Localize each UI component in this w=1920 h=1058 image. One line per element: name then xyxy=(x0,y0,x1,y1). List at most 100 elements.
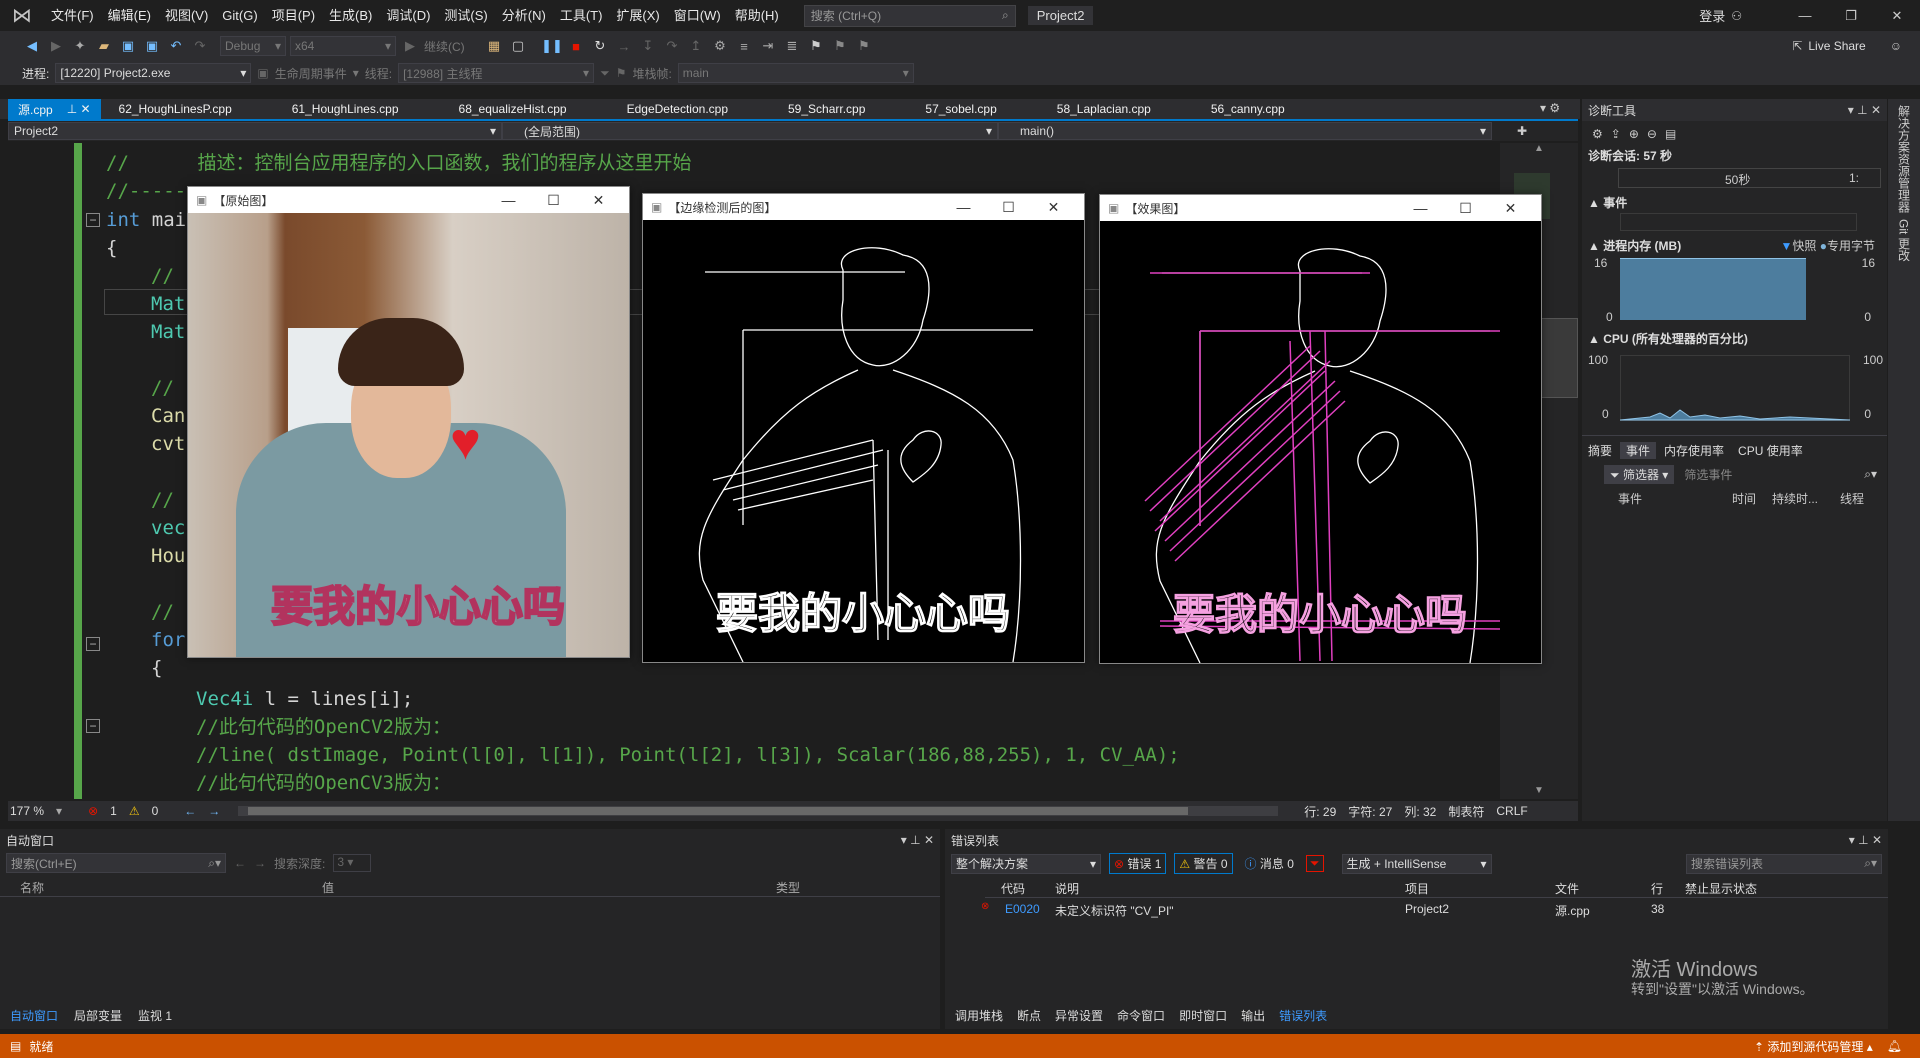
events-column-header[interactable]: 线程 xyxy=(1840,490,1864,507)
scope-select[interactable]: (全局范围) ▾ xyxy=(502,122,998,140)
flag-threads-icon[interactable]: ⚑ xyxy=(616,66,627,80)
panel-controls-icon[interactable]: ▾ ⊥ ✕ xyxy=(1849,833,1882,847)
new-project-icon[interactable]: ✦ xyxy=(70,36,90,56)
lifecycle-events-icon[interactable]: ▣ xyxy=(257,66,268,80)
bookmark-next-icon[interactable]: ⚑ xyxy=(854,36,874,56)
menu-item[interactable]: 分析(N) xyxy=(495,0,553,31)
comment-icon[interactable]: ≣ xyxy=(782,36,802,56)
process-select[interactable]: [12220] Project2.exe ▾ xyxy=(55,63,252,83)
bottom-tab[interactable]: 异常设置 xyxy=(1049,1007,1109,1024)
minimize-icon[interactable]: — xyxy=(1398,200,1443,216)
show-next-statement-icon[interactable]: → xyxy=(614,36,634,56)
bookmark-icon[interactable]: ⚑ xyxy=(806,36,826,56)
panel-controls-icon[interactable]: ▾ ⊥ ✕ xyxy=(901,833,934,847)
report-icon[interactable]: ▤ xyxy=(1665,127,1676,141)
column-header-suppression[interactable]: 禁止显示状态 xyxy=(1685,880,1757,897)
attach-icon[interactable]: ▦ xyxy=(484,36,504,56)
format-icon[interactable]: ≡ xyxy=(734,36,754,56)
save-all-icon[interactable]: ▣ xyxy=(142,36,162,56)
back-icon[interactable]: ◀ xyxy=(22,36,42,56)
search-input[interactable]: 搜索 (Ctrl+Q) ⌕ xyxy=(803,4,1016,27)
open-icon[interactable]: ▰ xyxy=(94,36,114,56)
bottom-tab[interactable]: 错误列表 xyxy=(1273,1007,1333,1024)
tab-document[interactable]: EdgeDetection.cpp xyxy=(617,99,738,119)
menu-item[interactable]: 项目(P) xyxy=(265,0,322,31)
nav-back-icon[interactable]: ← xyxy=(184,804,196,818)
menu-item[interactable]: 编辑(E) xyxy=(101,0,158,31)
maximize-icon[interactable]: ☐ xyxy=(986,199,1031,216)
fold-toggle[interactable]: − xyxy=(86,637,100,651)
tab-document[interactable]: 57_sobel.cpp xyxy=(915,99,1006,119)
minimize-icon[interactable]: — xyxy=(1782,8,1828,23)
live-share-button[interactable]: Live Share xyxy=(1808,39,1865,53)
error-search-input[interactable]: 搜索错误列表 ⌕▾ xyxy=(1686,853,1882,874)
menu-item[interactable]: Git(G) xyxy=(215,0,264,31)
tab-document[interactable]: 58_Laplacian.cpp xyxy=(1047,99,1161,119)
feedback-icon[interactable]: ☺ xyxy=(1890,39,1902,53)
minimize-icon[interactable]: — xyxy=(486,192,531,208)
tab-document[interactable]: 源.cpp ⊥ ✕ xyxy=(8,99,101,119)
notifications-icon[interactable]: 🔔︎ xyxy=(1887,1039,1902,1053)
fold-toggle[interactable]: − xyxy=(86,213,100,227)
continue-button[interactable]: 继续(C) xyxy=(424,38,480,55)
screenshot-icon[interactable]: ▢ xyxy=(508,36,528,56)
menu-item[interactable]: 扩展(X) xyxy=(609,0,666,31)
menu-item[interactable]: 文件(F) xyxy=(44,0,101,31)
source-control-button[interactable]: ⇡ 添加到源代码管理 ▴ xyxy=(1754,1038,1873,1055)
hot-reload-icon[interactable]: ⚙ xyxy=(710,36,730,56)
events-column-header[interactable]: 持续时... xyxy=(1772,490,1818,507)
error-icon[interactable]: ⊗ xyxy=(88,804,98,818)
menu-item[interactable]: 测试(S) xyxy=(437,0,494,31)
result-window[interactable]: ▣ 【效果图】 — ☐ ✕ 要我的小心心吗 xyxy=(1099,194,1542,664)
column-header-project[interactable]: 项目 xyxy=(1405,880,1429,897)
solution-explorer-tab[interactable]: 解决方案资源管理器 xyxy=(1896,105,1913,213)
events-column-header[interactable]: 时间 xyxy=(1732,490,1756,507)
tab-document[interactable]: 62_HoughLinesP.cpp xyxy=(109,99,242,119)
filter-button[interactable]: ⏷ 筛选器 ▾ xyxy=(1604,465,1675,484)
step-out-icon[interactable]: ↥ xyxy=(686,36,706,56)
menu-item[interactable]: 帮助(H) xyxy=(728,0,786,31)
tab-document[interactable]: 59_Scharr.cpp xyxy=(778,99,875,119)
build-source-select[interactable]: 生成 + IntelliSense ▾ xyxy=(1341,853,1492,874)
warning-icon[interactable]: ⚠ xyxy=(129,804,140,818)
tab-document[interactable]: 56_canny.cpp xyxy=(1201,99,1295,119)
scope-select[interactable]: 整个解决方案 ▾ xyxy=(951,853,1101,874)
nav-forward-icon[interactable]: → xyxy=(208,804,220,818)
autos-tab[interactable]: 自动窗口 xyxy=(4,1007,64,1024)
tabs-indicator[interactable]: 制表符 xyxy=(1448,803,1484,820)
zoom-out-icon[interactable]: ⊖ xyxy=(1647,127,1657,141)
forward-icon[interactable]: → xyxy=(254,856,266,870)
diag-tab[interactable]: 摘要 xyxy=(1582,442,1618,459)
autos-tab[interactable]: 监视 1 xyxy=(132,1007,178,1024)
filter-icon[interactable]: ⏷ xyxy=(1305,855,1324,872)
tab-list-icon[interactable]: ▾ ⚙ xyxy=(1540,101,1560,115)
column-header-description[interactable]: 说明 xyxy=(1055,880,1079,897)
tab-document[interactable]: 68_equalizeHist.cpp xyxy=(449,99,577,119)
restore-icon[interactable]: ❐ xyxy=(1828,8,1874,24)
column-header-file[interactable]: 文件 xyxy=(1555,880,1579,897)
horizontal-scroll-thumb[interactable] xyxy=(248,807,1189,815)
settings-icon[interactable]: ⚙ xyxy=(1592,127,1603,141)
column-header-type[interactable]: 类型 xyxy=(776,879,800,896)
menu-item[interactable]: 生成(B) xyxy=(322,0,379,31)
menu-item[interactable]: 窗口(W) xyxy=(667,0,728,31)
edge-detection-window[interactable]: ▣ 【边缘检测后的图】 — ☐ ✕ 要我的小心心吗 xyxy=(642,193,1085,663)
column-header-line[interactable]: 行 xyxy=(1651,880,1663,897)
horizontal-scrollbar[interactable] xyxy=(238,806,1279,816)
forward-icon[interactable]: ▶ xyxy=(46,36,66,56)
timeline-ruler[interactable]: 50秒 1: xyxy=(1618,168,1881,188)
login-link[interactable]: 登录 xyxy=(1699,6,1725,25)
live-share-icon[interactable]: ⇱ xyxy=(1792,39,1802,53)
events-column-header[interactable]: 事件 xyxy=(1618,490,1642,507)
autos-search-input[interactable]: 搜索(Ctrl+E) ⌕▾ xyxy=(6,853,226,873)
undo-icon[interactable]: ↶ xyxy=(166,36,186,56)
platform-select[interactable]: x64 ▾ xyxy=(290,36,396,56)
depth-select[interactable]: 3 ▾ xyxy=(333,854,372,872)
tab-document[interactable]: 61_HoughLines.cpp xyxy=(282,99,409,119)
bottom-tab[interactable]: 断点 xyxy=(1011,1007,1047,1024)
user-icon[interactable]: ⚇ xyxy=(1731,9,1742,23)
column-header-value[interactable]: 值 xyxy=(322,879,334,896)
save-icon[interactable]: ▣ xyxy=(118,36,138,56)
menu-item[interactable]: 调试(D) xyxy=(379,0,437,31)
bookmark-prev-icon[interactable]: ⚑ xyxy=(830,36,850,56)
